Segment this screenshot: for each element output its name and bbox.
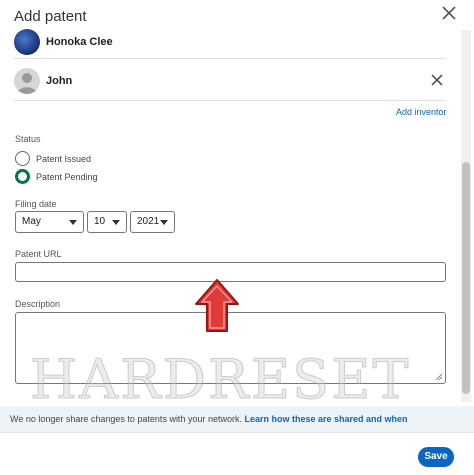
- scrollbar[interactable]: [461, 30, 471, 402]
- inventor-name: Honoka Clee: [46, 36, 113, 48]
- modal-title: Add patent: [14, 8, 87, 25]
- radio-button[interactable]: [15, 169, 30, 184]
- radio-patent-pending[interactable]: Patent Pending: [15, 169, 98, 184]
- avatar: [14, 68, 40, 94]
- status-label: Status: [15, 134, 41, 144]
- learn-more-link[interactable]: Learn how these are shared and when: [244, 414, 407, 424]
- chevron-down-icon: [112, 220, 120, 225]
- notice-text: We no longer share changes to patents wi…: [10, 414, 245, 424]
- year-value: 2021: [137, 216, 160, 227]
- add-inventor-link[interactable]: Add inventor: [396, 107, 447, 117]
- description-label: Description: [15, 299, 61, 309]
- close-icon[interactable]: [440, 4, 458, 22]
- radio-patent-issued[interactable]: Patent Issued: [15, 151, 91, 166]
- inventor-name: John: [46, 75, 73, 87]
- avatar: [14, 29, 40, 55]
- radio-button[interactable]: [15, 151, 30, 166]
- privacy-notice: We no longer share changes to patents wi…: [0, 406, 474, 432]
- inventor-row: John: [14, 68, 72, 94]
- save-button[interactable]: Save: [418, 447, 454, 467]
- inventor-row: Honoka Clee: [14, 29, 113, 55]
- person-icon: [17, 73, 37, 94]
- day-value: 10: [94, 216, 106, 227]
- divider: [0, 432, 474, 433]
- year-select[interactable]: 2021: [130, 211, 175, 233]
- patent-url-label: Patent URL: [15, 249, 62, 259]
- divider: [14, 58, 446, 59]
- resize-handle-icon[interactable]: [435, 373, 443, 381]
- radio-label: Patent Issued: [36, 153, 92, 164]
- filing-date-label: Filing date: [15, 199, 57, 209]
- divider: [14, 100, 446, 101]
- annotation-arrow-icon: [195, 279, 239, 332]
- month-select[interactable]: May: [15, 211, 84, 233]
- day-select[interactable]: 10: [87, 211, 127, 233]
- month-value: May: [22, 216, 41, 227]
- scroll-thumb[interactable]: [462, 162, 470, 394]
- radio-label: Patent Pending: [36, 171, 98, 182]
- chevron-down-icon: [69, 220, 77, 225]
- chevron-down-icon: [160, 220, 168, 225]
- remove-inventor-icon[interactable]: [430, 73, 444, 87]
